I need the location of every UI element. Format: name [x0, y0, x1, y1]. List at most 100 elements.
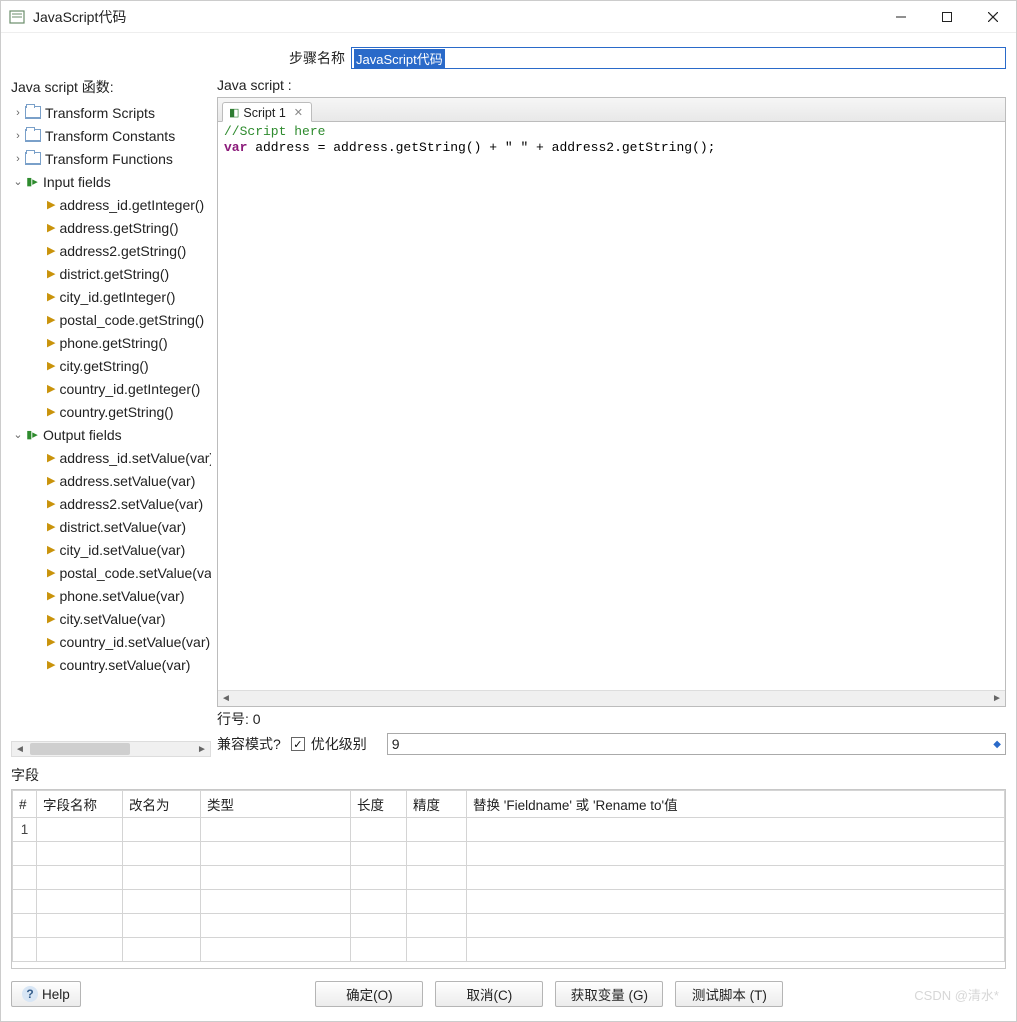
- code-area[interactable]: //Script here var address = address.getS…: [218, 122, 1005, 690]
- table-cell[interactable]: [467, 890, 1005, 914]
- table-cell[interactable]: [37, 914, 123, 938]
- scroll-left-icon[interactable]: ◄: [218, 692, 234, 706]
- table-row[interactable]: [13, 938, 1005, 962]
- expand-icon[interactable]: ›: [11, 125, 25, 147]
- tree-row[interactable]: ▶address_id.getInteger(): [11, 193, 211, 216]
- help-button[interactable]: ? Help: [11, 981, 81, 1007]
- table-cell[interactable]: [13, 914, 37, 938]
- tree-row[interactable]: ▶phone.getString(): [11, 331, 211, 354]
- ok-button[interactable]: 确定(O): [315, 981, 423, 1007]
- table-cell[interactable]: [123, 842, 201, 866]
- fields-table[interactable]: #字段名称改名为类型长度精度替换 'Fieldname' 或 'Rename t…: [11, 789, 1006, 969]
- tree-row[interactable]: ▶district.getString(): [11, 262, 211, 285]
- functions-tree[interactable]: ›Transform Scripts›Transform Constants›T…: [11, 101, 211, 741]
- table-cell[interactable]: [37, 818, 123, 842]
- expand-icon[interactable]: ›: [11, 148, 25, 170]
- tree-row[interactable]: ▶district.setValue(var): [11, 515, 211, 538]
- tree-row[interactable]: ▶city_id.setValue(var): [11, 538, 211, 561]
- minimize-button[interactable]: [878, 1, 924, 33]
- table-cell[interactable]: [407, 890, 467, 914]
- tree-row[interactable]: ▶address.getString(): [11, 216, 211, 239]
- column-header[interactable]: 长度: [351, 791, 407, 818]
- column-header[interactable]: #: [13, 791, 37, 818]
- tree-row[interactable]: ▶city_id.getInteger(): [11, 285, 211, 308]
- column-header[interactable]: 替换 'Fieldname' 或 'Rename to'值: [467, 791, 1005, 818]
- collapse-icon[interactable]: ⌄: [11, 171, 25, 193]
- column-header[interactable]: 精度: [407, 791, 467, 818]
- tree-row[interactable]: ⌄▮▸Input fields: [11, 170, 211, 193]
- table-cell[interactable]: [467, 842, 1005, 866]
- table-cell[interactable]: [201, 842, 351, 866]
- tree-row[interactable]: ▶address.setValue(var): [11, 469, 211, 492]
- table-cell[interactable]: [13, 938, 37, 962]
- table-cell[interactable]: [407, 842, 467, 866]
- tree-row[interactable]: ▶phone.setValue(var): [11, 584, 211, 607]
- tree-row[interactable]: ▶country_id.getInteger(): [11, 377, 211, 400]
- table-cell[interactable]: [13, 866, 37, 890]
- table-cell[interactable]: [201, 914, 351, 938]
- table-cell[interactable]: [407, 866, 467, 890]
- scroll-right-icon[interactable]: ►: [194, 742, 210, 756]
- table-cell[interactable]: [407, 818, 467, 842]
- table-cell[interactable]: [201, 890, 351, 914]
- table-cell[interactable]: [201, 818, 351, 842]
- tree-row[interactable]: ▶postal_code.setValue(var): [11, 561, 211, 584]
- maximize-button[interactable]: [924, 1, 970, 33]
- table-cell[interactable]: [37, 842, 123, 866]
- cancel-button[interactable]: 取消(C): [435, 981, 543, 1007]
- tree-row[interactable]: ▶postal_code.getString(): [11, 308, 211, 331]
- expand-icon[interactable]: ›: [11, 102, 25, 124]
- tree-row[interactable]: ▶address_id.setValue(var): [11, 446, 211, 469]
- table-cell[interactable]: [351, 890, 407, 914]
- table-cell[interactable]: [351, 866, 407, 890]
- table-cell[interactable]: [467, 866, 1005, 890]
- table-cell[interactable]: [201, 866, 351, 890]
- table-row[interactable]: [13, 866, 1005, 890]
- table-cell[interactable]: [123, 914, 201, 938]
- table-cell[interactable]: [467, 818, 1005, 842]
- table-cell[interactable]: [467, 914, 1005, 938]
- table-cell[interactable]: [351, 938, 407, 962]
- scroll-left-icon[interactable]: ◄: [12, 742, 28, 756]
- tree-row[interactable]: ▶city.getString(): [11, 354, 211, 377]
- table-cell[interactable]: [123, 866, 201, 890]
- table-cell[interactable]: [123, 818, 201, 842]
- column-header[interactable]: 改名为: [123, 791, 201, 818]
- opt-level-input[interactable]: 9 ◆: [387, 733, 1006, 755]
- tree-row[interactable]: ▶country_id.setValue(var): [11, 630, 211, 653]
- table-cell[interactable]: [351, 914, 407, 938]
- tree-horizontal-scrollbar[interactable]: ◄ ►: [11, 741, 211, 757]
- table-cell[interactable]: [37, 890, 123, 914]
- column-header[interactable]: 字段名称: [37, 791, 123, 818]
- collapse-icon[interactable]: ⌄: [11, 424, 25, 446]
- table-cell[interactable]: [407, 938, 467, 962]
- column-header[interactable]: 类型: [201, 791, 351, 818]
- table-cell[interactable]: [37, 938, 123, 962]
- compat-mode-checkbox[interactable]: ✓: [291, 737, 305, 751]
- get-variables-button[interactable]: 获取变量 (G): [555, 981, 663, 1007]
- table-cell[interactable]: [351, 842, 407, 866]
- table-cell[interactable]: [123, 938, 201, 962]
- table-cell[interactable]: [351, 818, 407, 842]
- tab-script-1[interactable]: ◧ Script 1 ✕: [222, 102, 312, 122]
- tab-close-icon[interactable]: ✕: [294, 106, 303, 119]
- table-cell[interactable]: [407, 914, 467, 938]
- tree-row[interactable]: ▶country.setValue(var): [11, 653, 211, 676]
- table-cell[interactable]: [13, 842, 37, 866]
- tree-row[interactable]: ›Transform Constants: [11, 124, 211, 147]
- table-cell[interactable]: [201, 938, 351, 962]
- table-row[interactable]: 1: [13, 818, 1005, 842]
- tree-row[interactable]: ›Transform Scripts: [11, 101, 211, 124]
- close-button[interactable]: [970, 1, 1016, 33]
- test-script-button[interactable]: 测试脚本 (T): [675, 981, 783, 1007]
- tree-row[interactable]: ›Transform Functions: [11, 147, 211, 170]
- step-name-input[interactable]: JavaScript代码: [351, 47, 1006, 69]
- table-cell[interactable]: [37, 866, 123, 890]
- table-cell[interactable]: [13, 890, 37, 914]
- tree-row[interactable]: ▶address2.setValue(var): [11, 492, 211, 515]
- tree-row[interactable]: ▶address2.getString(): [11, 239, 211, 262]
- table-row[interactable]: [13, 890, 1005, 914]
- tree-row[interactable]: ▶city.setValue(var): [11, 607, 211, 630]
- table-cell[interactable]: 1: [13, 818, 37, 842]
- table-cell[interactable]: [467, 938, 1005, 962]
